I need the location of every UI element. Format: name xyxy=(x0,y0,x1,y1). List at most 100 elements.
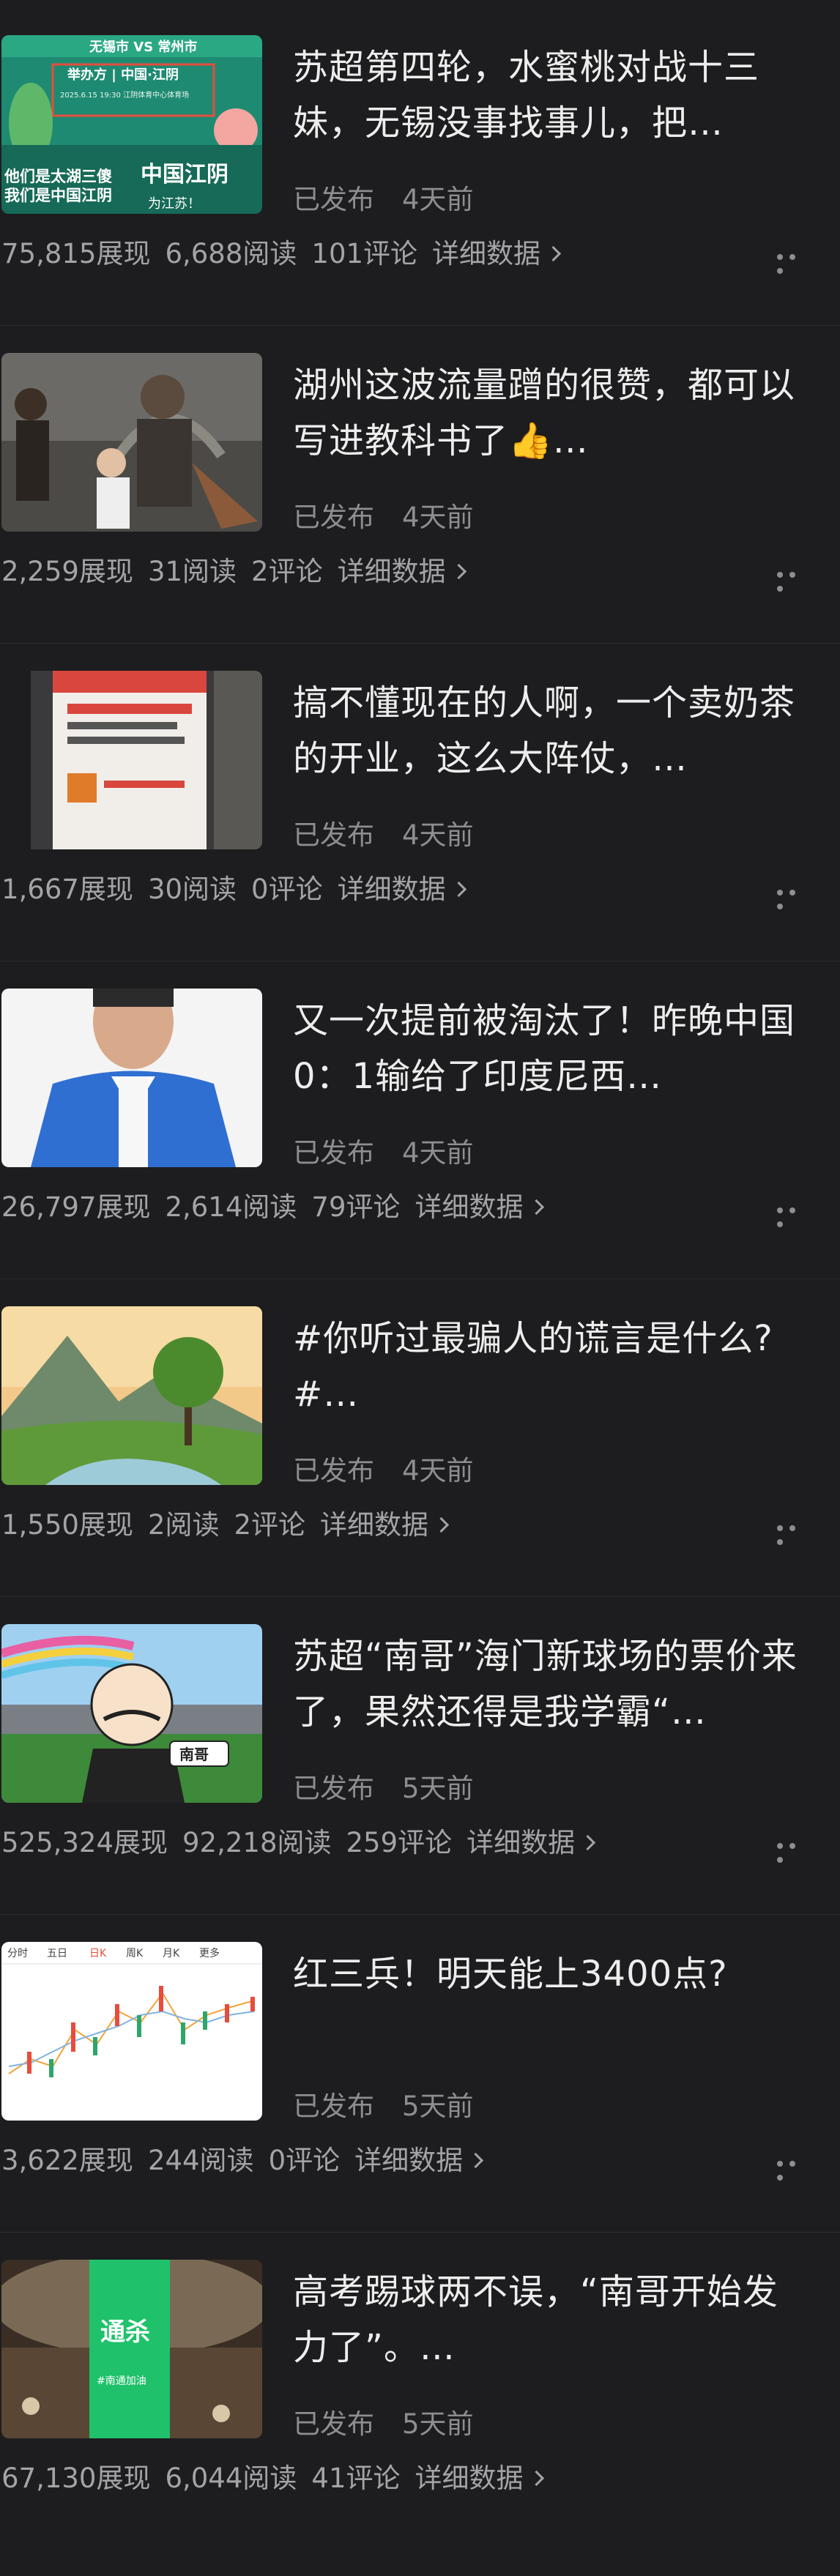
views-count: 525,324展现 xyxy=(1,1827,168,1858)
detail-data-link[interactable]: 详细数据 xyxy=(337,874,467,905)
publish-time: 4天前 xyxy=(402,1137,474,1169)
article-title[interactable]: 苏超第四轮，水蜜桃对战十三妹，无锡没事找事儿，把… xyxy=(293,40,806,151)
article-title[interactable]: 又一次提前被淘汰了！昨晚中国0：1输给了印度尼西… xyxy=(293,993,806,1104)
publish-info: 已发布 4天前 xyxy=(293,1131,502,1170)
article-thumbnail[interactable]: 南哥 xyxy=(1,1624,262,1803)
svg-text:2025.6.15 19:30 江阴体育中心体育场: 2025.6.15 19:30 江阴体育中心体育场 xyxy=(60,90,189,100)
article-title[interactable]: 苏超“南哥”海门新球场的票价来了，果然还得是我学霸“… xyxy=(293,1628,806,1740)
ellipsis-icon[interactable] xyxy=(777,885,814,909)
views-count: 2,259展现 xyxy=(1,556,133,587)
svg-text:南哥: 南哥 xyxy=(179,1746,209,1763)
article-title[interactable]: 高考踢球两不误，“南哥开始发力了”。… xyxy=(293,2264,806,2375)
article-thumbnail[interactable] xyxy=(1,353,262,532)
detail-data-link[interactable]: 详细数据 xyxy=(467,1827,596,1858)
article-item[interactable]: 搞不懂现在的人啊，一个卖奶茶的开业，这么大阵仗，… 已发布 4天前 1,667展现… xyxy=(0,671,840,987)
article-stats: 525,324展现 92,218阅读 259评论 详细数据 xyxy=(1,1820,596,1860)
publish-status: 已发布 xyxy=(293,1137,374,1169)
ellipsis-icon[interactable] xyxy=(777,249,814,274)
ellipsis-icon[interactable] xyxy=(777,1838,814,1863)
svg-text:月K: 月K xyxy=(163,1948,180,1959)
article-thumbnail[interactable]: 通杀 #南通加油 xyxy=(1,2260,262,2438)
comments-count: 2评论 xyxy=(234,1509,306,1541)
article-title[interactable]: 红三兵！明天能上3400点? xyxy=(293,1946,806,2002)
article-item[interactable]: 分时 五日 日K 周K 月K 更多 红三兵！明天能上3400点? 已发布 5天前… xyxy=(0,1942,840,2258)
divider xyxy=(0,643,840,644)
svg-text:更多: 更多 xyxy=(199,1947,220,1959)
views-count: 3,622展现 xyxy=(1,2145,133,2176)
svg-text:无锡市 VS 常州市: 无锡市 VS 常州市 xyxy=(89,39,197,55)
reads-count: 2阅读 xyxy=(147,1509,220,1541)
article-thumbnail[interactable] xyxy=(1,1306,262,1485)
detail-data-link[interactable]: 详细数据 xyxy=(432,238,562,269)
detail-data-link[interactable]: 详细数据 xyxy=(415,1191,544,1223)
svg-text:周K: 周K xyxy=(126,1948,144,1959)
svg-text:为江苏！: 为江苏！ xyxy=(148,196,201,212)
ellipsis-icon[interactable] xyxy=(777,1202,814,1227)
chevron-right-icon xyxy=(528,2470,544,2487)
article-feed: 无锡市 VS 常州市 举办方 | 中国·江阴 2025.6.15 19:30 江… xyxy=(0,0,840,2494)
divider xyxy=(0,1596,840,1597)
article-stats: 3,622展现 244阅读 0评论 详细数据 xyxy=(1,2138,484,2178)
thumbnail-image xyxy=(1,989,262,1167)
detail-data-link[interactable]: 详细数据 xyxy=(320,1509,450,1541)
reads-count: 244阅读 xyxy=(147,2145,254,2176)
svg-text:举办方 | 中国·江阴: 举办方 | 中国·江阴 xyxy=(67,67,179,83)
thumbnail-image: 无锡市 VS 常州市 举办方 | 中国·江阴 2025.6.15 19:30 江… xyxy=(1,35,262,214)
article-item[interactable]: 又一次提前被淘汰了！昨晚中国0：1输给了印度尼西… 已发布 4天前 26,797展… xyxy=(0,989,840,1305)
chevron-right-icon xyxy=(433,1516,450,1533)
views-count: 26,797展现 xyxy=(1,1191,151,1223)
svg-text:分时: 分时 xyxy=(7,1948,28,1959)
divider xyxy=(0,325,840,326)
thumbnail-image xyxy=(1,353,262,532)
publish-info: 已发布 5天前 xyxy=(293,1766,502,1806)
detail-data-link[interactable]: 详细数据 xyxy=(338,556,467,587)
comments-count: 79评论 xyxy=(311,1191,401,1223)
detail-data-link[interactable]: 详细数据 xyxy=(415,2463,544,2494)
comments-count: 259评论 xyxy=(346,1827,453,1858)
divider xyxy=(0,1914,840,1915)
publish-time: 4天前 xyxy=(402,1455,474,1486)
ellipsis-icon[interactable] xyxy=(777,567,814,592)
chevron-right-icon xyxy=(468,2152,484,2169)
chevron-right-icon xyxy=(528,1199,544,1216)
publish-info: 已发布 5天前 xyxy=(293,2084,502,2123)
chevron-right-icon xyxy=(580,1834,596,1851)
article-stats: 67,130展现 6,044阅读 41评论 详细数据 xyxy=(1,2456,544,2495)
ellipsis-icon[interactable] xyxy=(777,1520,814,1545)
article-title[interactable]: 搞不懂现在的人啊，一个卖奶茶的开业，这么大阵仗，… xyxy=(293,675,806,786)
reads-count: 2,614阅读 xyxy=(165,1191,297,1223)
publish-time: 5天前 xyxy=(402,2408,474,2440)
svg-text:他们是太湖三傻: 他们是太湖三傻 xyxy=(4,168,112,185)
svg-text:我们是中国江阴: 我们是中国江阴 xyxy=(4,187,112,204)
ellipsis-icon[interactable] xyxy=(777,2156,814,2181)
publish-status: 已发布 xyxy=(293,502,374,533)
article-item[interactable]: 通杀 #南通加油 高考踢球两不误，“南哥开始发力了”。… 已发布 5天前 67,1… xyxy=(0,2260,840,2576)
publish-info: 已发布 5天前 xyxy=(293,2402,502,2441)
article-item[interactable]: 南哥 苏超“南哥”海门新球场的票价来了，果然还得是我学霸“… 已发布 5天前 52… xyxy=(0,1624,840,1940)
article-thumbnail[interactable]: 无锡市 VS 常州市 举办方 | 中国·江阴 2025.6.15 19:30 江… xyxy=(1,35,262,214)
article-thumbnail[interactable] xyxy=(1,671,262,849)
thumbnail-image: 南哥 xyxy=(1,1624,262,1803)
detail-data-label: 详细数据 xyxy=(337,874,446,905)
article-title[interactable]: #你听过最骗人的谎言是什么?#… xyxy=(293,1311,806,1422)
publish-time: 5天前 xyxy=(402,1773,474,1804)
article-item[interactable]: 湖州这波流量蹭的很赞，都可以写进教科书了👍… 已发布 4天前 2,259展现 31阅… xyxy=(0,353,840,669)
detail-data-link[interactable]: 详细数据 xyxy=(354,2145,484,2176)
publish-info: 已发布 4天前 xyxy=(293,813,502,852)
article-title[interactable]: 湖州这波流量蹭的很赞，都可以写进教科书了👍… xyxy=(293,357,806,469)
thumbnail-image xyxy=(1,671,262,849)
publish-info: 已发布 4天前 xyxy=(293,177,502,217)
publish-time: 4天前 xyxy=(402,184,474,215)
article-stats: 1,667展现 30阅读 0评论 详细数据 xyxy=(1,867,467,907)
publish-time: 5天前 xyxy=(402,2091,474,2122)
comments-count: 0评论 xyxy=(251,874,323,905)
chevron-right-icon xyxy=(450,563,467,580)
article-item[interactable]: #你听过最骗人的谎言是什么?#… 已发布 4天前 1,550展现 2阅读 2评论 详细数… xyxy=(0,1306,840,1623)
detail-data-label: 详细数据 xyxy=(432,238,541,269)
publish-status: 已发布 xyxy=(293,1455,374,1486)
views-count: 1,550展现 xyxy=(1,1509,133,1541)
article-thumbnail[interactable]: 分时 五日 日K 周K 月K 更多 xyxy=(1,1942,262,2121)
chevron-right-icon xyxy=(545,245,562,262)
article-thumbnail[interactable] xyxy=(1,989,262,1167)
article-item[interactable]: 无锡市 VS 常州市 举办方 | 中国·江阴 2025.6.15 19:30 江… xyxy=(0,35,840,351)
